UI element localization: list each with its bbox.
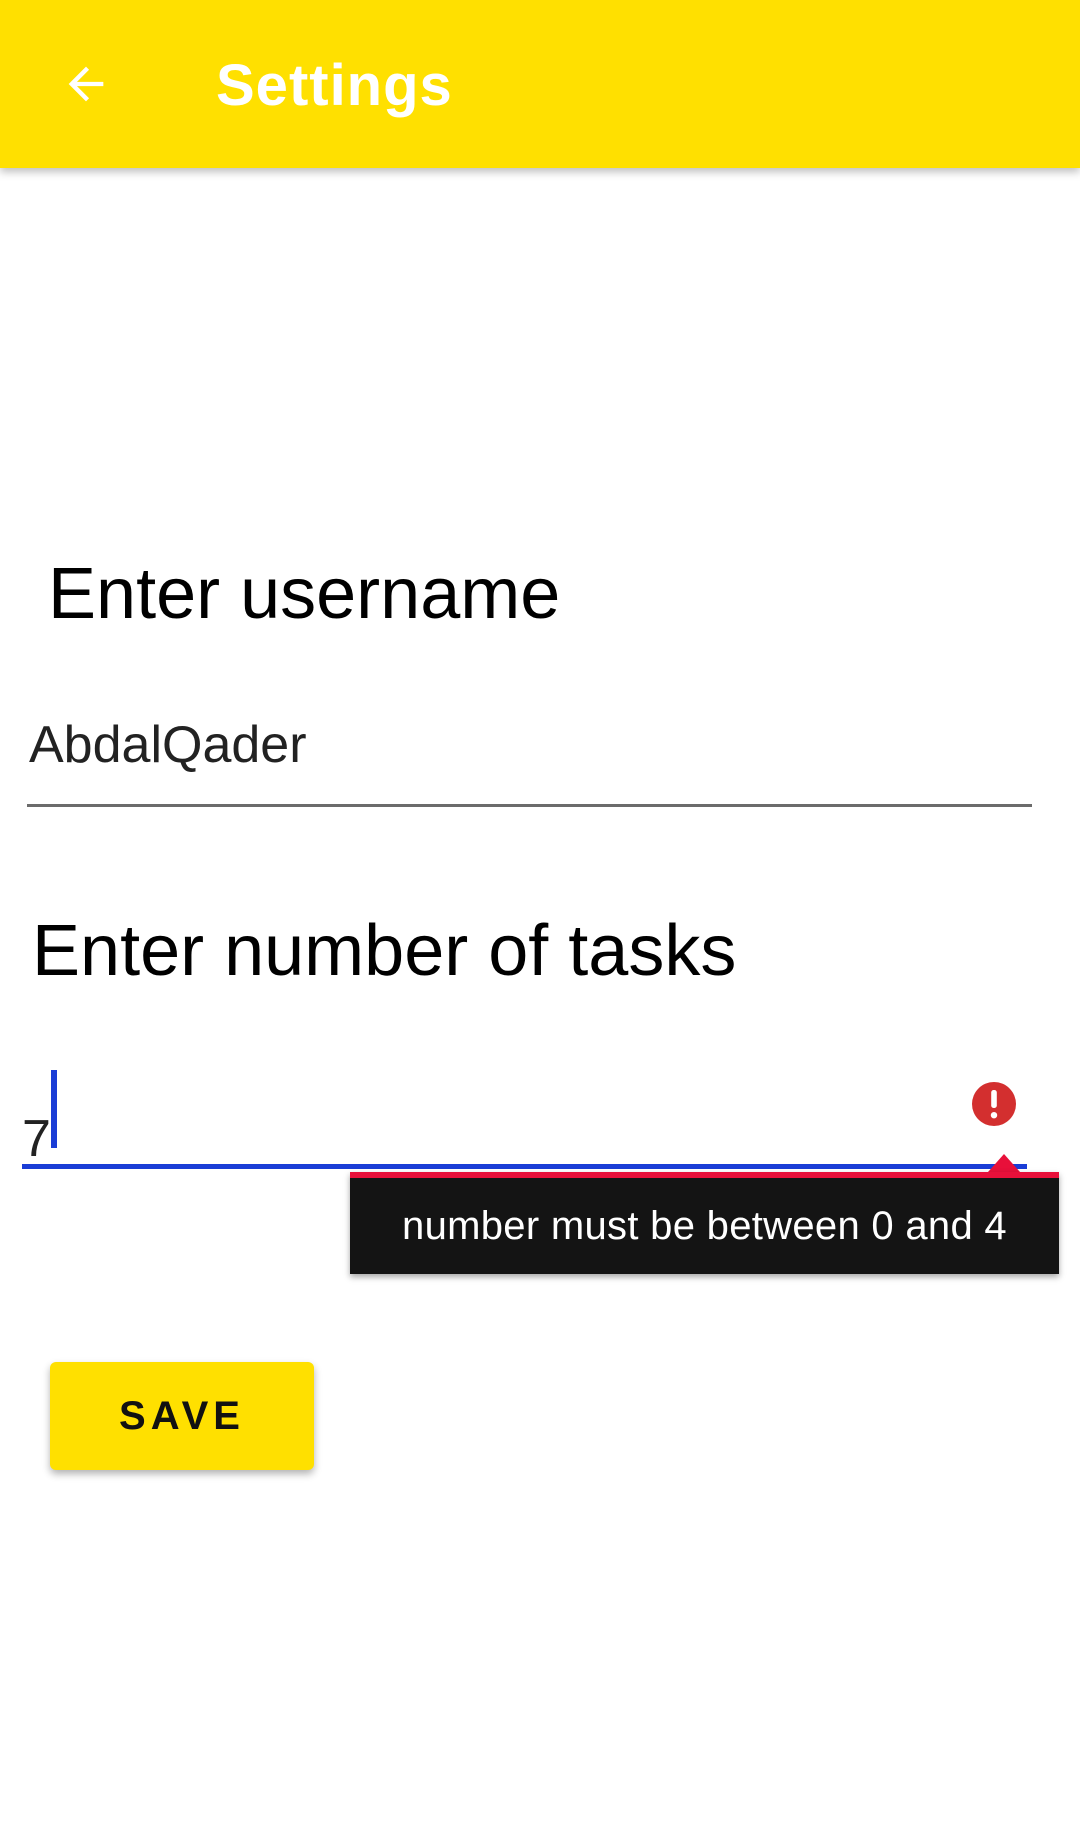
- tasks-label: Enter number of tasks: [32, 911, 737, 991]
- tasks-field[interactable]: 7: [22, 1060, 1027, 1169]
- page-title: Settings: [216, 53, 453, 118]
- back-button[interactable]: [46, 44, 126, 124]
- username-value: AbdalQader: [29, 716, 307, 774]
- app-bar: Settings: [0, 0, 1080, 168]
- error-popup-pointer: [988, 1154, 1020, 1172]
- error-popup: number must be between 0 and 4: [350, 1172, 1059, 1274]
- text-cursor: [51, 1070, 57, 1148]
- tasks-value: 7: [22, 1110, 51, 1168]
- save-button[interactable]: SAVE: [50, 1362, 314, 1470]
- username-field[interactable]: AbdalQader: [27, 700, 1032, 807]
- arrow-left-icon: [68, 66, 104, 102]
- exclamation-circle-icon: [972, 1082, 1016, 1126]
- username-label: Enter username: [48, 554, 561, 634]
